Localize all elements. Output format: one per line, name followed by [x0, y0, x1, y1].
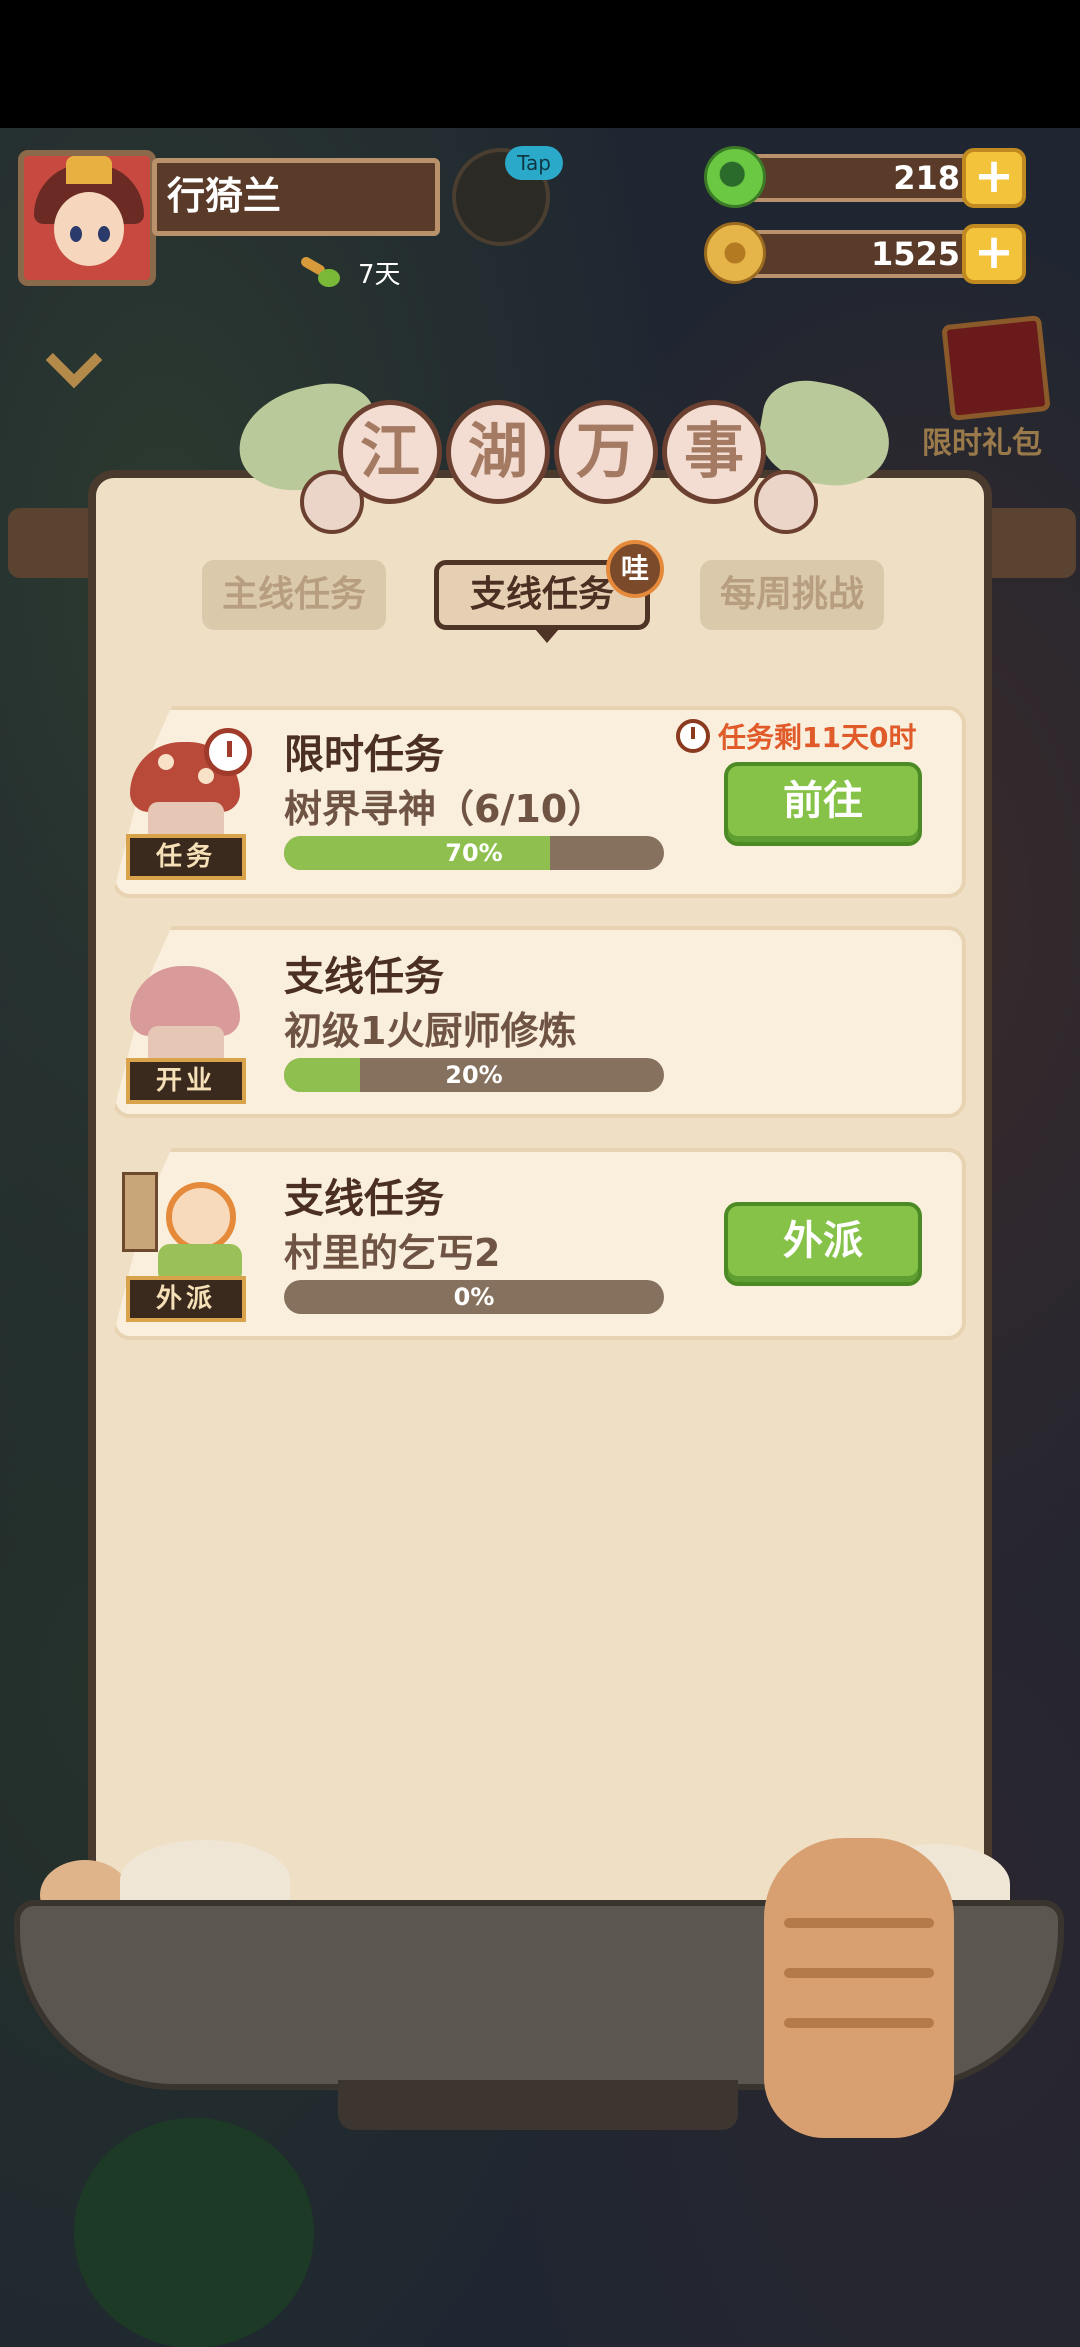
task-title: 限时任务	[284, 732, 444, 778]
tab-main-quests[interactable]: 主线任务	[202, 560, 386, 630]
dispatch-button[interactable]: 外派	[724, 1202, 922, 1286]
task-sign: 开业	[126, 1058, 246, 1104]
gold-coin-icon	[704, 222, 766, 284]
gift-icon	[941, 315, 1051, 421]
gold-currency: 1525 +	[704, 222, 1026, 284]
sprout-icon	[300, 257, 344, 289]
add-jade-button[interactable]: +	[962, 148, 1026, 208]
timer-label: 任务剩11天0时	[718, 721, 917, 754]
panel-title: 江 湖 万 事	[338, 400, 766, 504]
mushroom-dot	[158, 754, 174, 770]
tab-notification-badge: 哇	[606, 540, 664, 598]
jade-icon	[704, 146, 766, 208]
player-name: 行猗兰	[152, 158, 440, 236]
gold-amount: 1525	[734, 230, 984, 278]
dispatch-task-icon: 外派	[118, 1166, 254, 1326]
clock-icon	[204, 728, 252, 776]
task-subtitle: 树界寻神（6/10）	[284, 787, 606, 831]
bush-decoration	[74, 2118, 314, 2347]
go-button[interactable]: 前往	[724, 762, 922, 846]
task-title: 支线任务	[284, 1176, 444, 1222]
title-char: 江	[338, 400, 442, 504]
title-char: 湖	[446, 400, 550, 504]
cat-character	[764, 1838, 954, 2138]
task-progress-bar: 0%	[284, 1280, 664, 1314]
scroll-prop	[122, 1172, 158, 1252]
progress-label: 0%	[453, 1283, 495, 1311]
task-timer: 任务剩11天0时	[676, 716, 916, 756]
progress-label: 20%	[445, 1061, 503, 1089]
cat-stripe	[784, 1918, 934, 1928]
task-sign: 任务	[126, 834, 246, 880]
scroll-rod-right	[980, 508, 1076, 578]
player-avatar[interactable]	[18, 150, 156, 286]
status-bar	[0, 0, 1080, 128]
tap-label: Tap	[505, 146, 563, 180]
title-char: 万	[554, 400, 658, 504]
tab-weekly-challenge[interactable]: 每周挑战	[700, 560, 884, 630]
task-subtitle: 村里的乞丐2	[284, 1231, 501, 1275]
progress-label: 70%	[445, 839, 503, 867]
jade-amount: 218	[734, 154, 984, 202]
days-counter: 7天	[300, 254, 401, 291]
alarm-clock-icon	[676, 719, 710, 753]
days-label: 7天	[358, 260, 401, 290]
character-face	[166, 1182, 236, 1252]
task-progress-bar: 20%	[284, 1058, 664, 1092]
task-sign: 外派	[126, 1276, 246, 1322]
task-progress-bar: 70%	[284, 836, 664, 870]
title-char: 事	[662, 400, 766, 504]
avatar-eye	[70, 226, 82, 242]
cat-stripe	[784, 2018, 934, 2028]
wok-stand	[338, 2080, 738, 2130]
cat-stripe	[784, 1968, 934, 1978]
chevron-down-icon[interactable]	[40, 340, 104, 380]
limited-task-icon: 任务	[118, 724, 254, 884]
limited-gift-label: 限时礼包	[922, 426, 1042, 461]
shop-task-icon: 开业	[118, 948, 254, 1108]
add-gold-button[interactable]: +	[962, 224, 1026, 284]
avatar-crown	[66, 156, 112, 184]
task-subtitle: 初级1火厨师修炼	[284, 1009, 577, 1053]
task-title: 支线任务	[284, 954, 444, 1000]
avatar-eye	[98, 226, 110, 242]
avatar-face	[54, 192, 124, 266]
jade-currency: 218 +	[704, 146, 1026, 208]
